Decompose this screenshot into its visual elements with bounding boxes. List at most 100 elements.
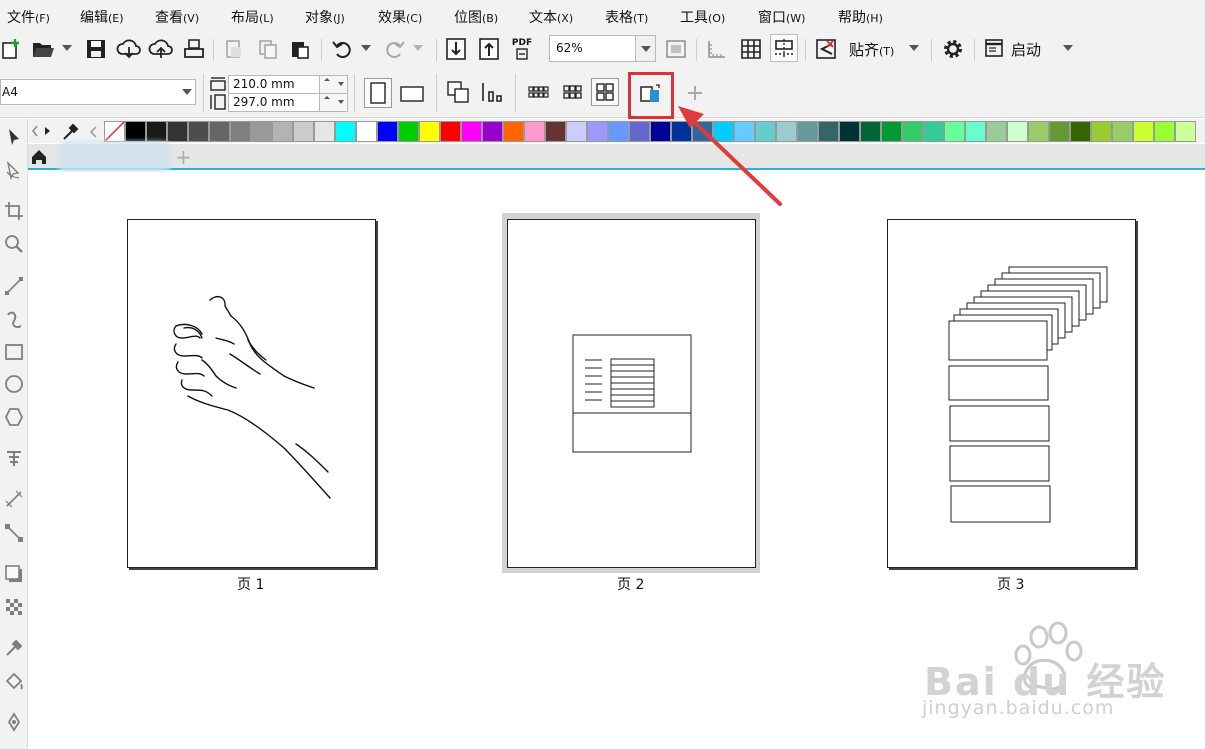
rectangle-tool-icon[interactable]	[2, 340, 26, 364]
menu-bitmap[interactable]: 位图(B)	[454, 9, 498, 28]
color-swatch[interactable]	[818, 121, 839, 142]
page-sorter-medium-icon[interactable]	[559, 80, 585, 104]
menu-table[interactable]: 表格(T)	[605, 9, 648, 28]
snap-dropdown-icon[interactable]	[909, 45, 919, 51]
options-gear-icon[interactable]	[939, 35, 967, 63]
color-swatch[interactable]	[881, 121, 902, 142]
page-thumbnail-2[interactable]	[507, 219, 756, 568]
color-swatch[interactable]	[1049, 121, 1070, 142]
eyedropper-tool-icon[interactable]	[2, 636, 26, 660]
menu-layout[interactable]: 布局(L)	[231, 9, 274, 28]
cloud-upload-icon[interactable]	[148, 37, 174, 61]
undo-icon[interactable]	[330, 37, 354, 61]
color-swatch[interactable]	[923, 121, 944, 142]
save-icon[interactable]	[85, 37, 107, 61]
stepper-down-icon[interactable]	[338, 82, 344, 86]
home-tab-icon[interactable]	[28, 146, 50, 168]
color-swatch[interactable]	[986, 121, 1007, 142]
launch-menu[interactable]: 启动	[1011, 39, 1041, 60]
no-color-swatch[interactable]	[104, 121, 125, 142]
pick-tool-icon[interactable]	[2, 125, 26, 149]
zoom-level-select[interactable]: 62%	[549, 35, 656, 62]
launch-dropdown-icon[interactable]	[1063, 45, 1073, 51]
full-screen-icon[interactable]	[663, 36, 689, 62]
page-thumbnail-1[interactable]	[127, 219, 376, 568]
import-icon[interactable]	[444, 36, 468, 62]
cloud-download-icon[interactable]	[116, 37, 142, 61]
drop-shadow-tool-icon[interactable]	[2, 562, 26, 586]
undo-dropdown-icon[interactable]	[361, 45, 371, 51]
document-tab-blurred[interactable]	[57, 141, 172, 173]
stepper-up-icon[interactable]	[324, 78, 330, 81]
page-width-input[interactable]: 210.0 mm	[228, 75, 348, 94]
menu-view[interactable]: 查看(V)	[155, 9, 199, 28]
palette-expand-icon[interactable]	[42, 121, 52, 141]
snap-to-menu[interactable]: 贴齐(T)	[849, 39, 894, 60]
page-size-dropdown-icon[interactable]	[182, 89, 192, 95]
smart-fill-tool-icon[interactable]	[2, 710, 26, 734]
color-swatch[interactable]	[1070, 121, 1091, 142]
all-pages-icon[interactable]	[444, 78, 472, 106]
portrait-orientation-button[interactable]	[364, 78, 392, 108]
freehand-tool-icon[interactable]	[2, 274, 26, 298]
export-pdf-button[interactable]: PDF	[509, 36, 535, 62]
color-swatch[interactable]	[356, 121, 377, 142]
ellipse-tool-icon[interactable]	[2, 372, 26, 396]
color-swatch[interactable]	[1133, 121, 1154, 142]
page-sorter-small-icon[interactable]	[526, 80, 552, 104]
print-icon[interactable]	[182, 37, 206, 61]
connector-tool-icon[interactable]	[2, 521, 26, 545]
color-swatch[interactable]	[608, 121, 629, 142]
color-swatch[interactable]	[587, 121, 608, 142]
color-swatch[interactable]	[797, 121, 818, 142]
rulers-icon[interactable]	[704, 36, 730, 62]
redo-dropdown-icon[interactable]	[413, 45, 423, 51]
page-width-stepper[interactable]	[319, 76, 347, 93]
launch-window-icon[interactable]	[982, 36, 1006, 60]
shape-tool-icon[interactable]	[2, 158, 26, 182]
zoom-dropdown-icon[interactable]	[635, 36, 655, 61]
new-document-icon[interactable]	[0, 37, 22, 61]
landscape-orientation-button[interactable]	[398, 82, 426, 106]
color-swatch[interactable]	[860, 121, 881, 142]
color-swatch[interactable]	[524, 121, 545, 142]
color-swatch[interactable]	[146, 121, 167, 142]
palette-left-arrow-icon[interactable]	[86, 121, 100, 142]
color-swatch[interactable]	[1007, 121, 1028, 142]
redo-icon[interactable]	[383, 37, 407, 61]
color-swatch[interactable]	[314, 121, 335, 142]
color-swatch[interactable]	[188, 121, 209, 142]
color-swatch[interactable]	[230, 121, 251, 142]
page-sorter-large-icon[interactable]	[591, 78, 619, 106]
stepper-down-icon[interactable]	[338, 100, 344, 104]
color-swatch[interactable]	[482, 121, 503, 142]
paste-icon[interactable]	[288, 37, 312, 61]
artistic-media-tool-icon[interactable]	[2, 308, 26, 332]
color-swatch[interactable]	[335, 121, 356, 142]
color-swatch[interactable]	[461, 121, 482, 142]
color-swatch[interactable]	[1175, 121, 1196, 142]
open-folder-icon[interactable]	[31, 37, 55, 61]
color-swatch[interactable]	[1112, 121, 1133, 142]
page-thumbnail-3[interactable]	[887, 219, 1136, 568]
menu-help[interactable]: 帮助(H)	[838, 9, 883, 28]
crop-tool-icon[interactable]	[2, 199, 26, 223]
page-height-stepper[interactable]	[319, 94, 347, 111]
color-swatch[interactable]	[440, 121, 461, 142]
color-swatch[interactable]	[965, 121, 986, 142]
color-swatch[interactable]	[209, 121, 230, 142]
color-swatch[interactable]	[944, 121, 965, 142]
menu-object[interactable]: 对象(J)	[305, 9, 345, 28]
menu-file[interactable]: 文件(F)	[7, 9, 50, 28]
color-swatch[interactable]	[1154, 121, 1175, 142]
open-dropdown-icon[interactable]	[62, 45, 72, 51]
polygon-tool-icon[interactable]	[2, 405, 26, 429]
color-swatch[interactable]	[1091, 121, 1112, 142]
eyedropper-palette-icon[interactable]	[58, 121, 82, 142]
page-height-input[interactable]: 297.0 mm	[228, 93, 348, 112]
color-swatch[interactable]	[419, 121, 440, 142]
menu-effects[interactable]: 效果(C)	[378, 9, 422, 28]
palette-scroll-left-icon[interactable]	[30, 121, 40, 141]
new-tab-icon[interactable]: +	[175, 145, 192, 169]
color-swatch[interactable]	[566, 121, 587, 142]
